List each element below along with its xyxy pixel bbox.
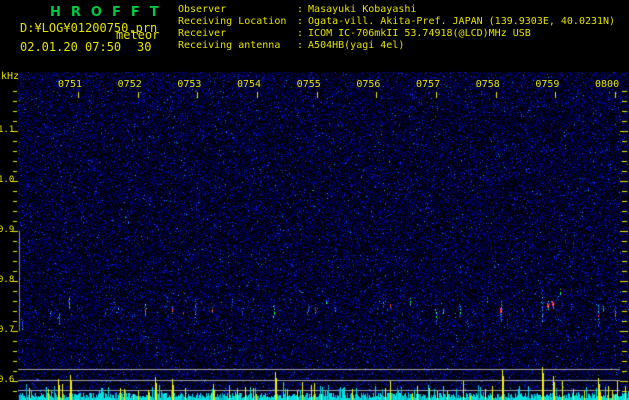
separator: : (297, 4, 304, 15)
separator: : (297, 28, 304, 39)
y-axis-unit-label: kHz (1, 71, 20, 82)
freq-label-0.7: 0.7 (0, 325, 15, 335)
receiver-row: Receiver: ICOM IC-706mkII 53.74918(@LCD)M… (178, 28, 615, 40)
observer-value: Masayuki Kobayashi (308, 4, 417, 15)
time-label-0800: 0800 (595, 79, 620, 90)
time-label-0754: 0754 (237, 79, 262, 90)
time-label-0755: 0755 (296, 79, 321, 90)
location-label: Receiving Location (178, 16, 287, 27)
location-value: Ogata-vill. Akita-Pref. JAPAN (139.9303E… (308, 16, 616, 27)
separator: : (297, 40, 304, 51)
spectrogram-canvas (0, 0, 629, 400)
observer-label: Observer (178, 4, 227, 15)
separator: : (297, 16, 304, 27)
antenna-value: A504HB(yagi 4el) (308, 40, 405, 51)
antenna-row: Receiving antenna: A504HB(yagi 4el) (178, 40, 615, 52)
time-label-0757: 0757 (416, 79, 441, 90)
antenna-label: Receiving antenna (178, 40, 281, 51)
mode-label: meteor (116, 28, 160, 42)
time-label-0756: 0756 (356, 79, 381, 90)
observation-datetime: 02.01.20 07:50 (20, 40, 122, 54)
time-label-0752: 0752 (117, 79, 142, 90)
receiver-label: Receiver (178, 28, 227, 39)
time-label-0758: 0758 (475, 79, 500, 90)
freq-label-0.9: 0.9 (0, 225, 15, 235)
freq-label-0.8: 0.8 (0, 275, 15, 285)
station-info: Observer: Masayuki Kobayashi Receiving Lo… (178, 4, 615, 52)
freq-label-0.6: 0.6 (0, 375, 15, 385)
time-label-0759: 0759 (535, 79, 560, 90)
hrofft-screen: HROFFT D:¥LOG¥01200750.prn meteor 02.01.… (0, 0, 629, 400)
meteor-count: 30 (137, 40, 152, 54)
app-title: HROFFT (50, 5, 169, 20)
freq-label-1.1: 1.1 (0, 125, 15, 135)
observer-row: Observer: Masayuki Kobayashi (178, 4, 615, 16)
location-row: Receiving Location: Ogata-vill. Akita-Pre… (178, 16, 615, 28)
time-label-0751: 0751 (58, 79, 83, 90)
receiver-value: ICOM IC-706mkII 53.74918(@LCD)MHz USB (308, 28, 531, 39)
freq-label-1.0: 1.0 (0, 175, 15, 185)
time-label-0753: 0753 (177, 79, 202, 90)
